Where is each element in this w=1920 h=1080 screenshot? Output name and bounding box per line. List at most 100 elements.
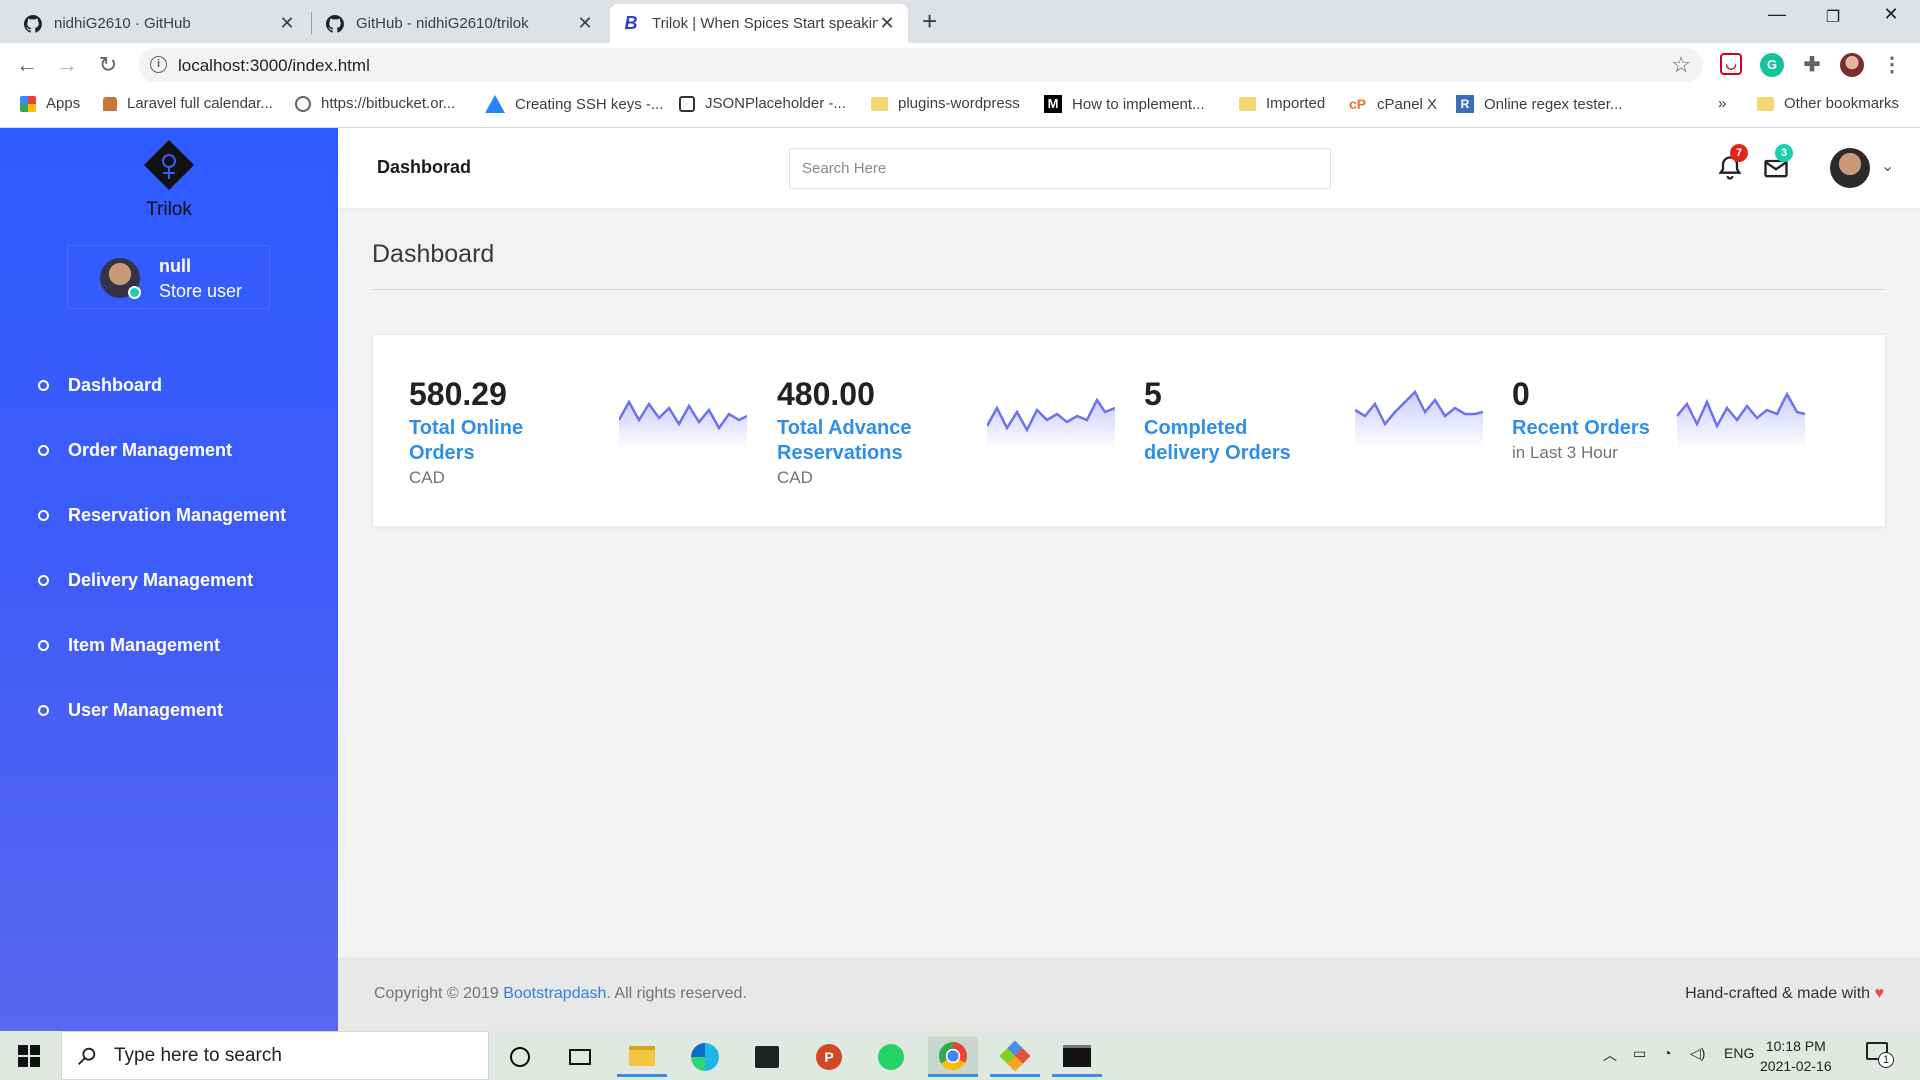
windows-start-icon[interactable] xyxy=(18,1045,40,1067)
regex-icon: R xyxy=(1456,95,1474,113)
bootstrapdash-link[interactable]: Bootstrapdash xyxy=(503,985,606,1002)
bookmark-bitbucket[interactable]: https://bitbucket.or... xyxy=(295,95,455,112)
bookmark-imported[interactable]: Imported xyxy=(1239,95,1325,112)
whatsapp-icon[interactable] xyxy=(866,1037,916,1077)
chevron-down-icon[interactable]: ⌄ xyxy=(1881,156,1894,176)
bookmark-label: Imported xyxy=(1266,95,1326,112)
circle-bullet-icon xyxy=(38,705,49,716)
new-tab-button[interactable]: + xyxy=(922,6,937,37)
sidebar-item-label: Delivery Management xyxy=(68,570,254,590)
edge-browser-icon[interactable] xyxy=(680,1037,730,1077)
volume-icon[interactable]: ◁) xyxy=(1690,1045,1705,1062)
tray-chevron-up-icon[interactable]: ︿ xyxy=(1603,1045,1617,1065)
tab-separator xyxy=(311,12,312,34)
bookmarks-overflow-button[interactable]: » xyxy=(1718,95,1726,112)
bookmark-plugins-wordpress[interactable]: plugins-wordpress xyxy=(871,95,1020,112)
bookmark-star-icon[interactable]: ☆ xyxy=(1671,52,1691,78)
logo-text: Trilok xyxy=(146,199,192,220)
wifi-icon[interactable]: ◔ xyxy=(1663,1045,1671,1061)
tab-github-repo[interactable]: GitHub - nidhiG2610/trilok ✕ xyxy=(314,4,606,43)
browser-toolbar: ← → ↻ i localhost:3000/index.html ☆ ◡ G … xyxy=(0,43,1920,86)
taskbar-search-box[interactable]: Type here to search xyxy=(61,1031,489,1080)
git-tool-icon[interactable] xyxy=(990,1037,1040,1077)
sidebar-nav: Dashboard Order Management Reservation M… xyxy=(0,353,338,743)
stat-value: 580.29 xyxy=(409,376,507,412)
sidebar: Trilok null Store user Dashboard Order M… xyxy=(0,128,338,1031)
sidebar-user-card[interactable]: null Store user xyxy=(67,245,270,309)
sidebar-item-order-management[interactable]: Order Management xyxy=(0,418,338,483)
tab-trilok-active[interactable]: B Trilok | When Spices Start speakin ✕ xyxy=(610,4,908,43)
powerpoint-icon[interactable]: P xyxy=(804,1037,854,1077)
bookmark-label: Creating SSH keys -... xyxy=(515,95,664,113)
copyright-text: Copyright © 2019 Bootstrapdash. All righ… xyxy=(374,985,747,1003)
taskbar-clock[interactable]: 10:18 PM 2021-02-16 xyxy=(1760,1036,1832,1076)
close-icon[interactable]: ✕ xyxy=(576,13,594,34)
restore-button[interactable]: ❐ xyxy=(1813,7,1853,27)
circle-bullet-icon xyxy=(38,510,49,521)
globe-icon xyxy=(295,95,311,112)
battery-icon[interactable]: ▭ xyxy=(1633,1045,1646,1062)
stat-completed-delivery-orders: 5 Completed delivery Orders xyxy=(1144,375,1314,467)
trilok-logo-icon[interactable] xyxy=(143,139,195,191)
back-icon[interactable]: ← xyxy=(13,51,41,79)
app-footer: Copyright © 2019 Bootstrapdash. All righ… xyxy=(338,957,1920,1031)
made-with-label: Hand-crafted & made with xyxy=(1685,985,1875,1002)
sidebar-item-label: Order Management xyxy=(68,440,233,460)
notifications-badge: 7 xyxy=(1730,144,1748,162)
bookmark-laravel[interactable]: Laravel full calendar... xyxy=(103,95,273,112)
url-text[interactable]: localhost:3000/index.html xyxy=(178,56,370,76)
bootstrap-icon: B xyxy=(624,13,638,33)
profile-avatar[interactable] xyxy=(1840,53,1864,77)
file-explorer-icon[interactable] xyxy=(617,1037,667,1077)
close-window-button[interactable]: ✕ xyxy=(1871,4,1911,25)
bookmark-label: Online regex tester... xyxy=(1484,95,1623,113)
close-icon[interactable]: ✕ xyxy=(878,13,896,34)
bookmark-other[interactable]: Other bookmarks xyxy=(1757,95,1899,112)
bookmark-regex-tester[interactable]: R Online regex tester... xyxy=(1456,95,1622,113)
forward-icon[interactable]: → xyxy=(53,51,81,79)
copyright-prefix: Copyright © 2019 xyxy=(374,985,504,1002)
minimize-button[interactable]: — xyxy=(1757,4,1797,25)
topbar-brand[interactable]: Dashborad xyxy=(377,157,471,178)
action-center-icon[interactable]: 1 xyxy=(1866,1042,1894,1068)
sidebar-item-item-management[interactable]: Item Management xyxy=(0,613,338,678)
folder-icon xyxy=(1239,96,1256,111)
menu-kebab-icon[interactable]: ⋮ xyxy=(1880,53,1904,77)
stat-label: Completed delivery Orders xyxy=(1144,417,1291,464)
bookmark-label: How to implement... xyxy=(1072,95,1205,113)
tab-title: nidhiG2610 · GitHub xyxy=(54,15,191,32)
store-icon[interactable] xyxy=(742,1037,792,1077)
sidebar-item-dashboard[interactable]: Dashboard xyxy=(0,353,338,418)
sidebar-item-reservation-management[interactable]: Reservation Management xyxy=(0,483,338,548)
sidebar-item-label: Item Management xyxy=(68,635,221,655)
page-title: Dashboard xyxy=(372,240,495,268)
stat-total-advance-reservations: 480.00 Total Advance Reservations CAD xyxy=(777,375,952,489)
bookmark-label: Apps xyxy=(46,95,81,112)
info-icon[interactable]: i xyxy=(150,56,167,73)
pocket-extension-icon[interactable]: ◡ xyxy=(1720,53,1742,75)
avatar[interactable] xyxy=(1830,148,1870,188)
grammarly-extension-icon[interactable]: G xyxy=(1760,53,1784,77)
folder-icon xyxy=(871,96,888,111)
task-view-icon[interactable] xyxy=(555,1037,605,1077)
reload-icon[interactable]: ↻ xyxy=(94,51,122,79)
bookmark-cpanel[interactable]: cP cPanel X xyxy=(1349,95,1437,113)
bookmark-how-to-implement[interactable]: M How to implement... xyxy=(1044,95,1205,113)
bookmark-apps[interactable]: Apps xyxy=(20,95,80,112)
bookmark-ssh[interactable]: Creating SSH keys -... xyxy=(485,95,663,113)
sidebar-item-user-management[interactable]: User Management xyxy=(0,678,338,743)
bookmark-jsonplaceholder[interactable]: JSONPlaceholder -... xyxy=(679,95,846,112)
extensions-puzzle-icon[interactable]: ✚ xyxy=(1800,53,1824,77)
language-indicator[interactable]: ENG xyxy=(1724,1045,1754,1061)
close-icon[interactable]: ✕ xyxy=(278,13,296,34)
chrome-icon[interactable] xyxy=(928,1037,978,1077)
windows-taskbar: Type here to search P ︿ ▭ ◔ ◁) ENG 10:18… xyxy=(0,1031,1920,1080)
terminal-icon[interactable] xyxy=(1052,1037,1102,1077)
sidebar-item-delivery-management[interactable]: Delivery Management xyxy=(0,548,338,613)
sparkline-chart-icon xyxy=(619,399,747,450)
tab-github-profile[interactable]: nidhiG2610 · GitHub ✕ xyxy=(12,4,308,43)
bookmark-label: cPanel X xyxy=(1377,95,1438,113)
address-bar[interactable]: i localhost:3000/index.html ☆ xyxy=(138,48,1703,82)
search-input[interactable] xyxy=(789,148,1331,189)
cortana-icon[interactable] xyxy=(495,1037,545,1077)
